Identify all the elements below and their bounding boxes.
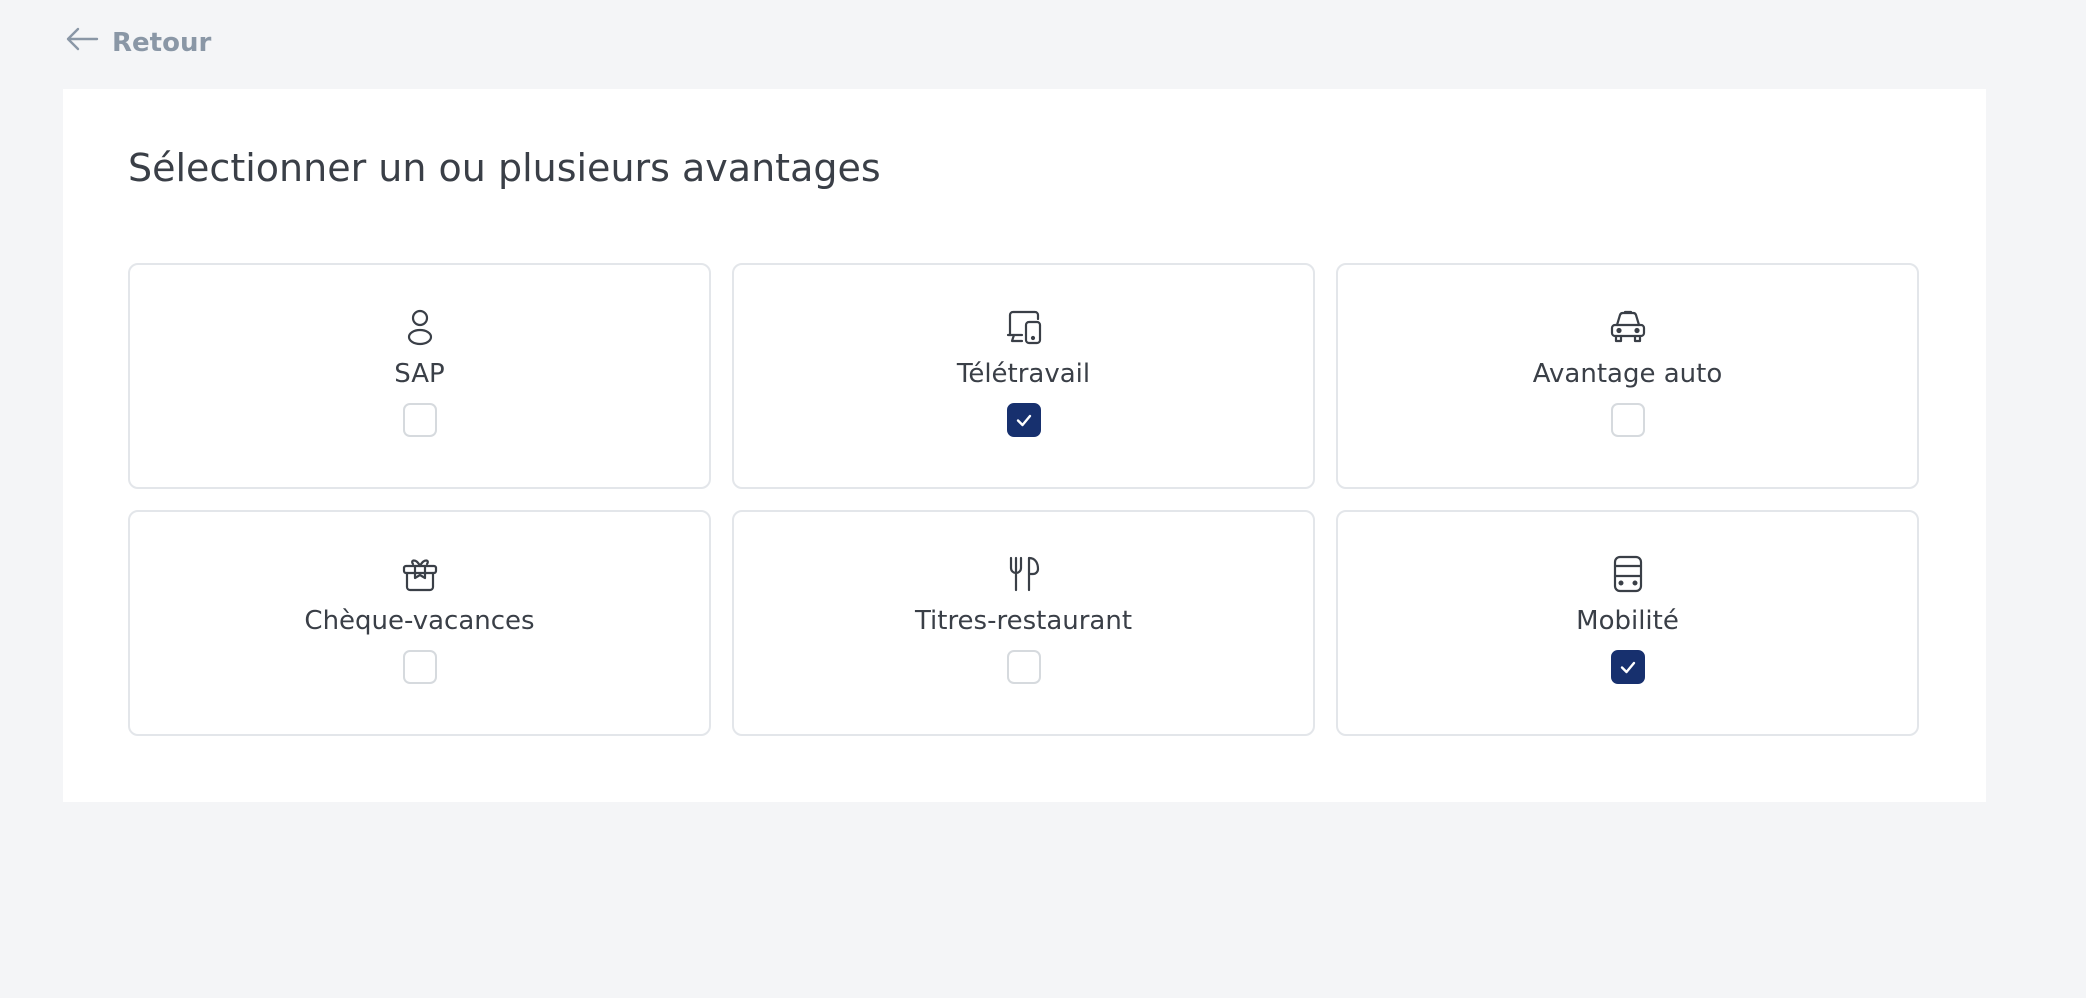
benefit-label: Avantage auto xyxy=(1532,359,1723,389)
benefit-card-avantage-auto[interactable]: Avantage auto xyxy=(1336,263,1919,489)
benefit-label: Chèque-vacances xyxy=(304,606,535,636)
devices-icon xyxy=(1002,305,1046,349)
benefit-checkbox[interactable] xyxy=(1610,650,1645,684)
benefits-grid: SAP Télétravail Avantage auto Chèque-vac… xyxy=(128,263,1919,736)
back-link[interactable]: Retour xyxy=(64,24,211,61)
benefit-checkbox[interactable] xyxy=(402,650,437,684)
checkmark-icon xyxy=(1016,414,1031,427)
benefit-card-cheque-vacances[interactable]: Chèque-vacances xyxy=(128,510,711,736)
utensils-icon xyxy=(1002,552,1046,596)
benefit-label: SAP xyxy=(394,359,445,389)
arrow-left-icon xyxy=(64,24,100,61)
benefit-label: Télétravail xyxy=(956,359,1091,389)
benefit-checkbox[interactable] xyxy=(1006,403,1041,437)
benefit-checkbox[interactable] xyxy=(1006,650,1041,684)
bus-icon xyxy=(1606,552,1650,596)
car-icon xyxy=(1606,305,1650,349)
back-label: Retour xyxy=(112,27,212,58)
benefit-label: Titres-restaurant xyxy=(914,606,1133,636)
page-title: Sélectionner un ou plusieurs avantages xyxy=(128,146,881,190)
benefit-card-sap[interactable]: SAP xyxy=(128,263,711,489)
benefit-label: Mobilité xyxy=(1576,606,1679,636)
benefit-card-titres-restaurant[interactable]: Titres-restaurant xyxy=(732,510,1315,736)
benefits-panel: Sélectionner un ou plusieurs avantages S… xyxy=(63,89,1986,802)
benefit-card-teletravail[interactable]: Télétravail xyxy=(732,263,1315,489)
person-icon xyxy=(398,305,442,349)
benefit-checkbox[interactable] xyxy=(1610,403,1645,437)
gift-box-icon xyxy=(398,552,442,596)
checkmark-icon xyxy=(1620,661,1635,674)
benefit-card-mobilite[interactable]: Mobilité xyxy=(1336,510,1919,736)
benefit-checkbox[interactable] xyxy=(402,403,437,437)
